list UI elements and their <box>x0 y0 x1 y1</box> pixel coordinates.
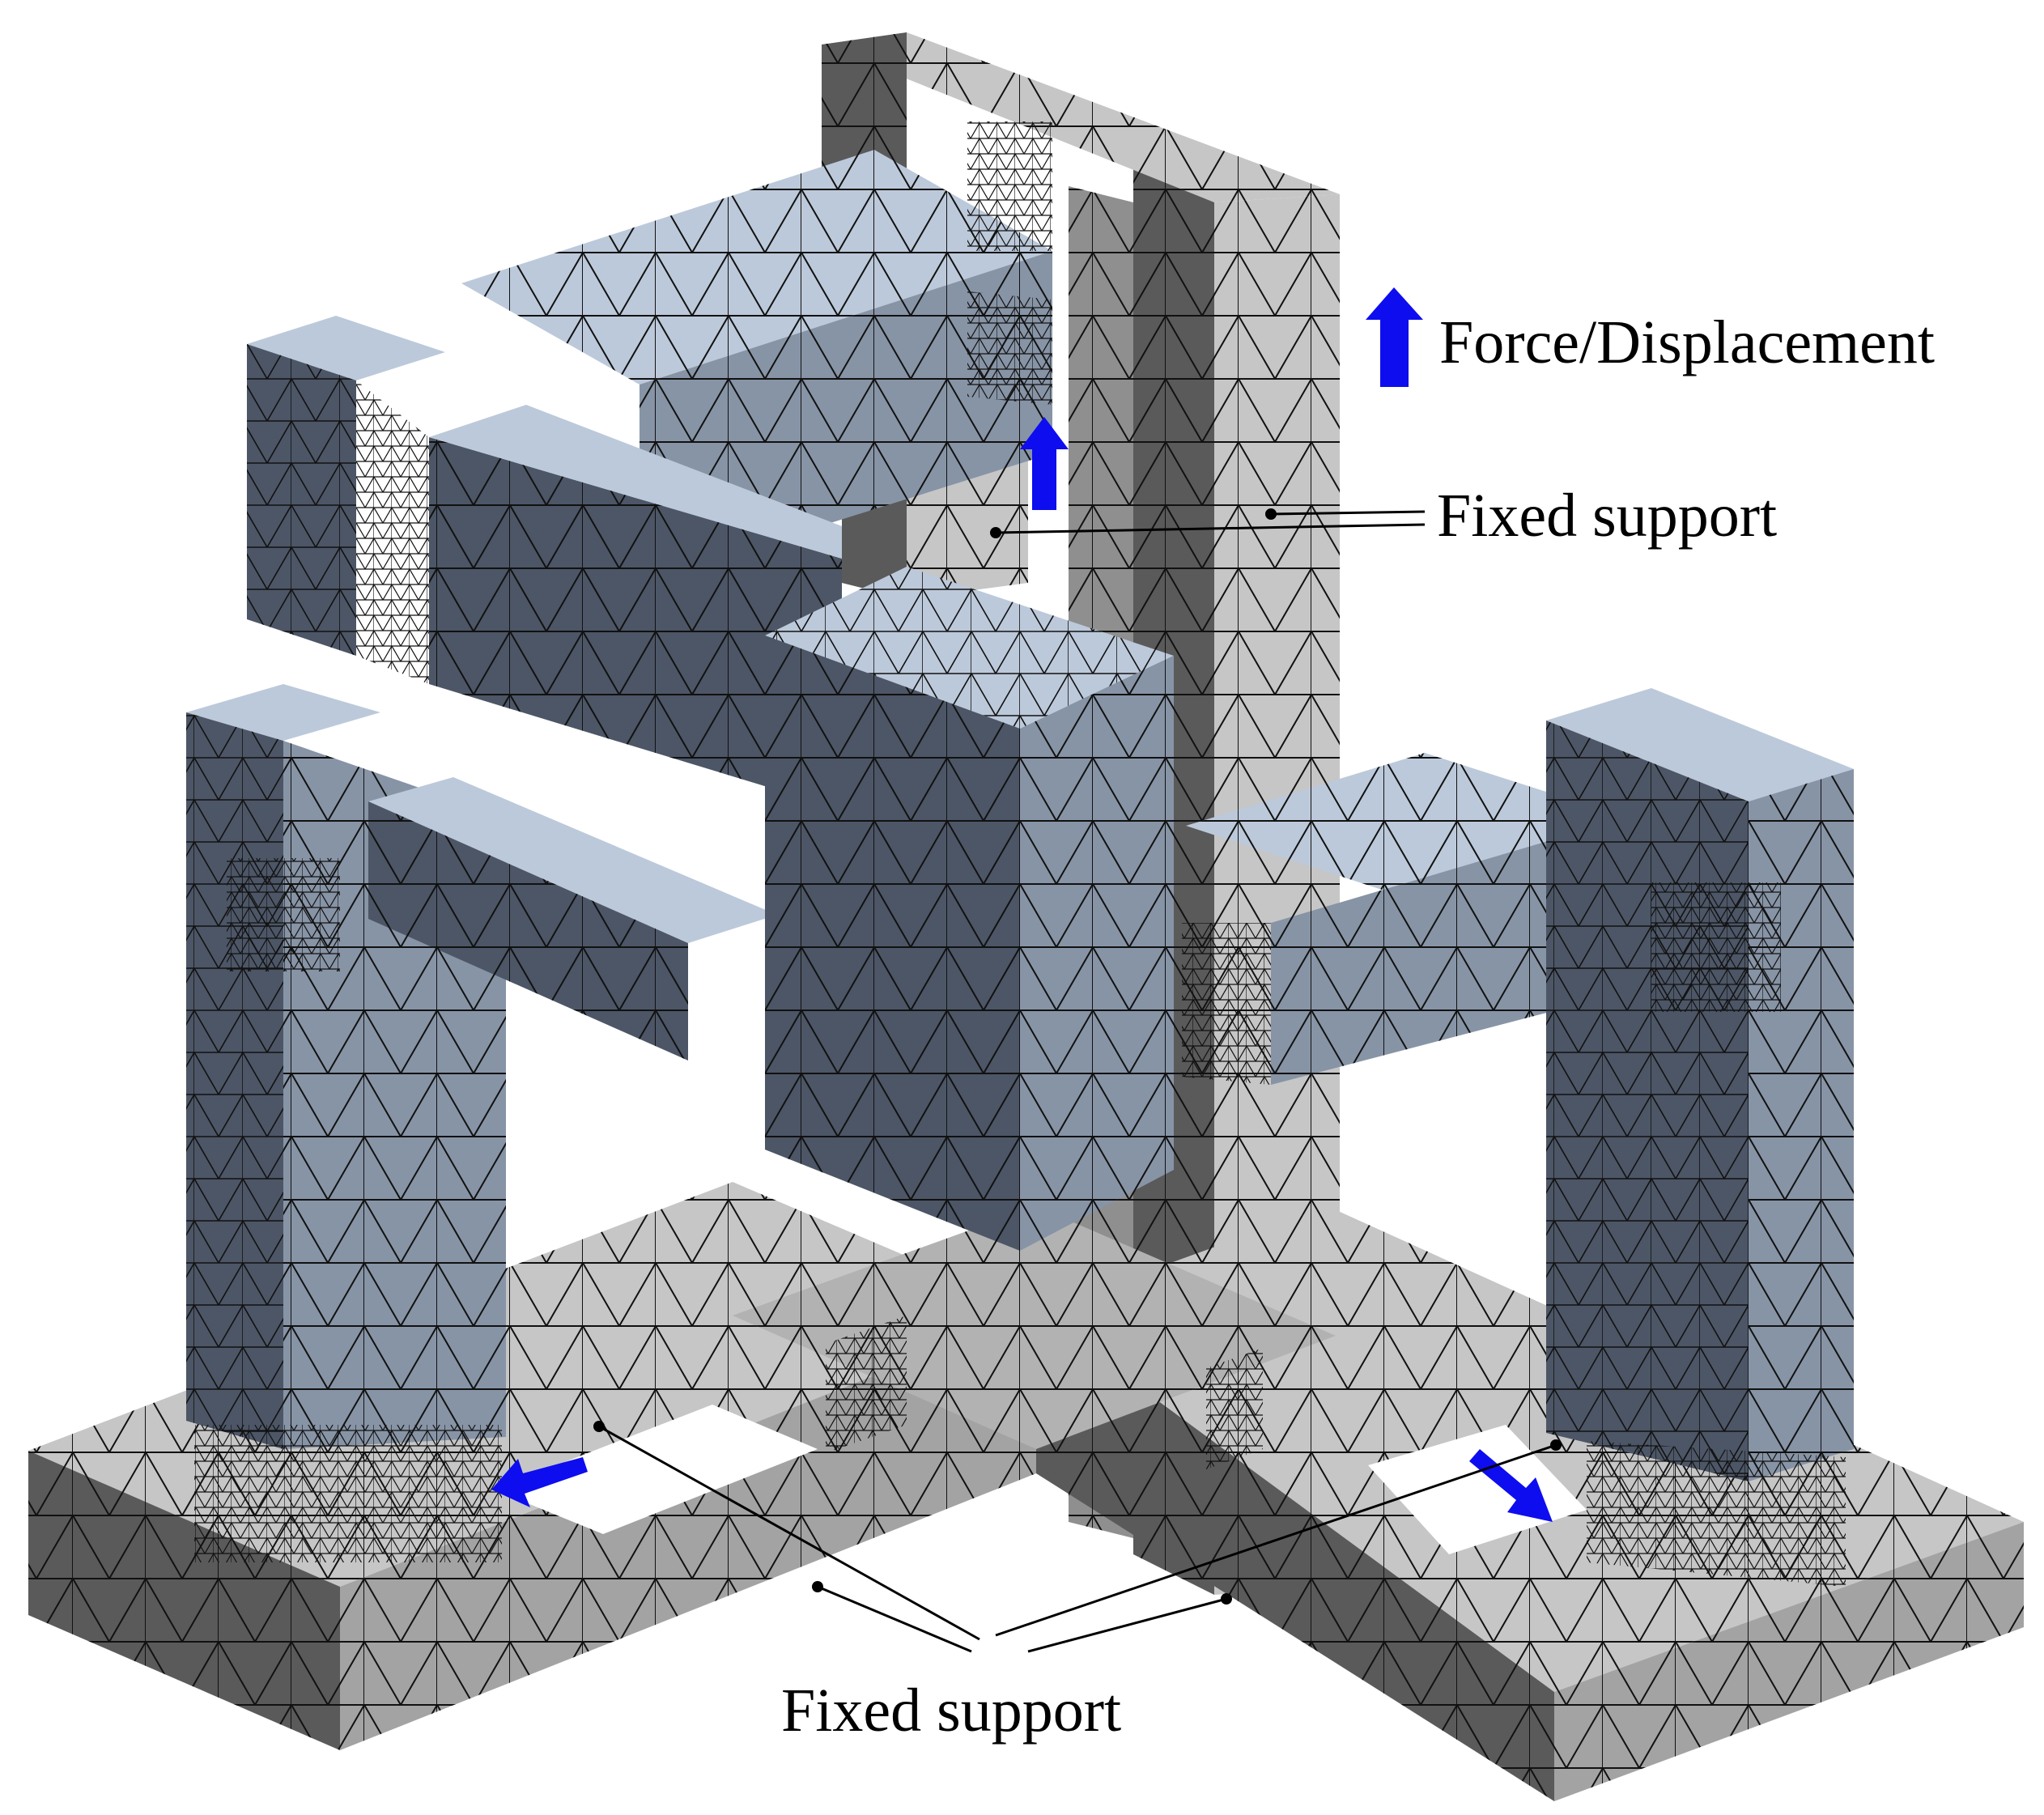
dot-marker <box>1550 1439 1562 1451</box>
dot-marker <box>1265 508 1277 520</box>
fem-mesh-figure: Force/Displacement Fixed support Fixed s… <box>28 32 2024 1801</box>
fixed-support-label-top: Fixed support <box>1437 482 1777 550</box>
fixed-support-label-bottom: Fixed support <box>781 1677 1121 1745</box>
dot-marker <box>990 527 1001 538</box>
dot-marker <box>593 1421 605 1432</box>
dot-marker <box>1221 1593 1232 1605</box>
dot-marker <box>812 1581 823 1592</box>
legend-label: Force/Displacement <box>1439 308 1935 376</box>
legend: Force/Displacement <box>1366 287 1935 387</box>
blue-arrow-icon <box>1366 287 1423 387</box>
